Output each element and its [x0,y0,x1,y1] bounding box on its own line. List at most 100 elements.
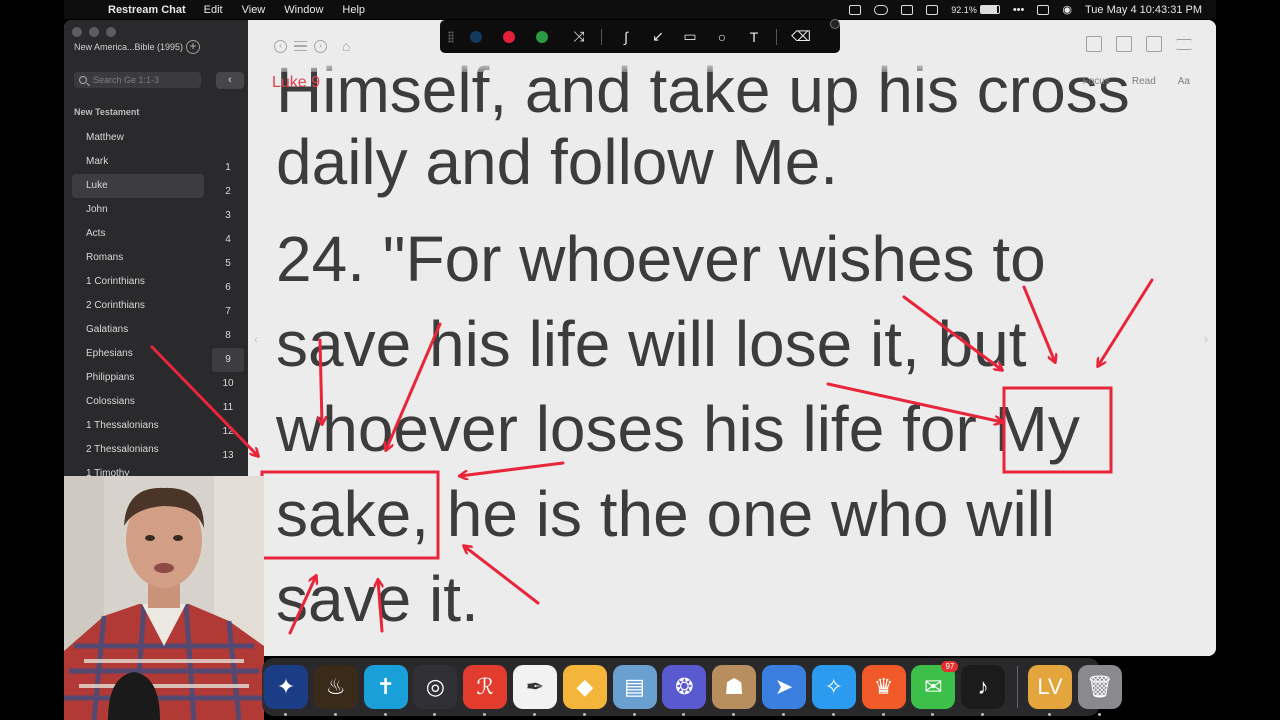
text-icon[interactable]: T [744,29,764,45]
sidebar-book-item[interactable]: 1 Thessalonians [72,414,204,438]
grid-icon[interactable] [926,4,939,15]
screen-share-icon[interactable] [849,4,862,15]
safari-app-icon[interactable]: ✧ [811,665,856,716]
bible-app-icon[interactable]: ✦ [264,665,308,716]
chapter-number[interactable]: 7 [212,300,244,324]
split-view-icon[interactable] [1116,36,1132,52]
chapter-number[interactable]: 4 [212,228,244,252]
readdle-app-icon[interactable]: ℛ [463,665,508,716]
color-red-swatch[interactable] [503,30,515,43]
sidebar-book-item[interactable]: Luke [72,174,204,198]
printer-icon[interactable] [901,4,914,15]
webcam-feed [64,476,264,720]
trash-icon[interactable]: 🗑 [1077,665,1122,716]
chapter-number[interactable]: 8 [212,324,244,348]
notes-icon[interactable] [1086,36,1102,52]
siri-icon[interactable]: ◉ [1062,3,1072,16]
more-icon[interactable]: ••• [1013,4,1025,16]
lv-app-icon[interactable]: LV [1027,665,1072,716]
cross-bible-app-icon[interactable]: ✝ [363,665,408,716]
menu-bar: Restream Chat Edit View Window Help 92.1… [64,0,1216,19]
next-chapter-icon[interactable]: › [1204,332,1208,346]
lamp-app-icon[interactable]: ♨ [313,665,358,716]
back-icon[interactable]: ‹ [274,39,287,53]
sidebar-book-item[interactable]: Matthew [72,126,204,150]
pen-app-icon[interactable]: ✒ [512,665,557,716]
sidebar-book-item[interactable]: Mark [72,150,204,174]
ellipse-icon[interactable]: ○ [712,29,732,45]
contents-icon[interactable] [294,41,307,51]
reader-toolbar [1086,36,1192,52]
battery-icon [979,5,1000,14]
shuffle-icon[interactable]: ⤨ [569,28,589,45]
chapter-number[interactable]: 12 [212,420,244,444]
color-green-swatch[interactable] [536,30,548,43]
pen-icon[interactable]: ∫ [616,29,636,45]
add-bible-button[interactable]: + [186,40,200,54]
copy-icon[interactable] [1146,36,1162,52]
app-menu[interactable]: Restream Chat [108,4,186,16]
sidebar-book-item[interactable]: Colossians [72,390,204,414]
sidebar-book-item[interactable]: Acts [72,222,204,246]
eraser-icon[interactable]: ⌫ [791,28,811,45]
chapter-number[interactable]: 10 [212,372,244,396]
search-input[interactable] [93,75,193,85]
messages-app-icon[interactable]: ✉ 97 [911,661,959,716]
verse-line: daily and follow Me. [276,126,839,198]
clock[interactable]: Tue May 4 10:43:31 PM [1085,4,1202,16]
tab-focus[interactable]: Focus [1083,76,1110,87]
preview-app-icon[interactable]: ▤ [612,665,657,716]
collapse-sidebar-button[interactable]: ‹ [216,72,244,89]
home-icon[interactable]: ⌂ [342,38,350,54]
sidebar-book-item[interactable]: Philippians [72,366,204,390]
obs-app-icon[interactable]: ◎ [413,665,458,716]
tab-read[interactable]: Read [1132,76,1156,87]
menu-view[interactable]: View [242,4,266,16]
chapter-number[interactable]: 5 [212,252,244,276]
close-toolbar-icon[interactable] [830,19,840,29]
navigator-app-icon[interactable]: ➤ [761,665,806,716]
sidebar-book-item[interactable]: 1 Corinthians [72,270,204,294]
previous-chapter-icon[interactable]: ‹ [254,332,258,346]
chapter-number[interactable]: 2 [212,180,244,204]
chapter-number[interactable]: 11 [212,396,244,420]
search-icon [79,76,87,84]
verse-line: save his life will lose it, but [276,308,1027,380]
arrow-icon[interactable]: ↙ [648,28,668,45]
menu-edit[interactable]: Edit [204,4,223,16]
sidebar-book-item[interactable]: Ephesians [72,342,204,366]
piano-app-icon[interactable]: ♪ [961,665,1006,716]
chapter-number[interactable]: 9 [212,348,244,372]
chapter-title: Luke 9 [272,74,321,91]
sidebar-book-item[interactable]: 2 Corinthians [72,294,204,318]
sidebar-book-item[interactable]: 2 Thessalonians [72,438,204,462]
sidebar-book-item[interactable]: John [72,198,204,222]
sidebar-book-item[interactable]: Galatians [72,318,204,342]
chapter-number[interactable]: 13 [212,444,244,468]
close-window-button[interactable] [72,27,82,37]
shapes-app-icon[interactable]: ◆ [562,665,607,716]
toggle-icon[interactable] [874,4,889,15]
menu-window[interactable]: Window [284,4,323,16]
chapter-number[interactable]: 1 [212,156,244,180]
minimize-window-button[interactable] [89,27,99,37]
chapter-number[interactable]: 6 [212,276,244,300]
spark-app-icon[interactable]: ❂ [662,665,707,716]
brave-app-icon[interactable]: ♛ [861,665,906,716]
menu-help[interactable]: Help [342,4,365,16]
rectangle-icon[interactable]: ▭ [680,28,700,45]
drag-handle[interactable] [448,30,454,43]
battery-status[interactable]: 92.1% [951,5,1000,15]
chapter-number[interactable]: 3 [212,204,244,228]
annotation-toolbar: ⤨ ∫ ↙ ▭ ○ T ⌫ [440,20,840,53]
menu-icon[interactable] [1176,39,1192,50]
contacts-app-icon[interactable]: ☗ [712,665,757,716]
zoom-window-button[interactable] [106,27,116,37]
sidebar-book-item[interactable]: Romans [72,246,204,270]
bible-version-select[interactable]: New America...Bible (1995) [74,42,183,52]
tab-font-size[interactable]: Aa [1178,76,1190,87]
running-indicator [383,713,387,716]
forward-icon[interactable]: › [314,39,327,53]
color-navy-swatch[interactable] [470,30,482,43]
control-center-icon[interactable] [1037,4,1050,15]
